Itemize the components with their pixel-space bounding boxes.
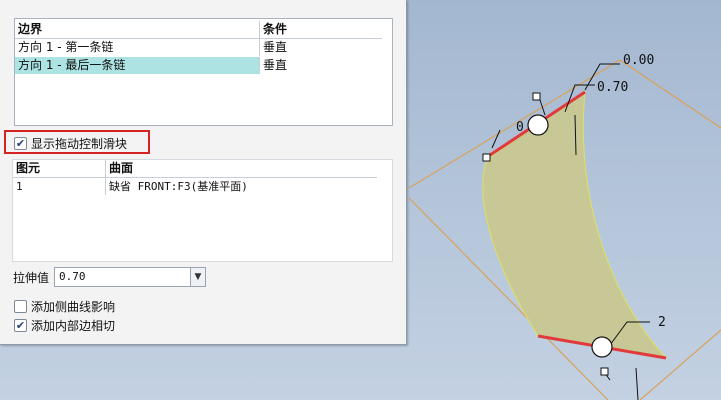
elements-header: 图元 曲面 — [13, 160, 392, 178]
boundary-name: 方向 1 - 第一条链 — [15, 39, 260, 56]
side-curve-influence-checkbox[interactable] — [14, 300, 27, 313]
value-label-top: 0.00 — [623, 53, 654, 68]
side-curve-influence-label[interactable]: 添加侧曲线影响 — [31, 298, 115, 315]
column-condition[interactable]: 条件 — [260, 21, 382, 39]
edge-handle-left[interactable] — [482, 153, 491, 162]
column-surface[interactable]: 曲面 — [106, 160, 377, 178]
drag-handle-first[interactable] — [527, 114, 549, 136]
element-id: 1 — [13, 178, 106, 195]
value-label-left: 0 — [516, 120, 524, 135]
boundary-condition[interactable]: 垂直 — [260, 57, 382, 74]
boundary-row-2[interactable]: 方向 1 - 最后一条链 垂直 — [15, 57, 392, 74]
column-element[interactable]: 图元 — [13, 160, 106, 178]
boundary-blend-panel: 边界 条件 方向 1 - 第一条链 垂直 方向 1 - 最后一条链 垂直 ✔ 显… — [0, 0, 407, 345]
value-label-bottom: 2 — [658, 315, 666, 330]
blended-surface[interactable] — [482, 89, 668, 359]
stretch-label: 拉伸值 — [13, 271, 50, 285]
column-boundary[interactable]: 边界 — [15, 21, 260, 39]
internal-edge-tangent-checkbox[interactable]: ✔ — [14, 319, 27, 332]
internal-edge-tangent-label[interactable]: 添加内部边相切 — [31, 317, 115, 334]
drag-handles-checkbox[interactable]: ✔ — [14, 137, 27, 150]
drag-handle-last[interactable] — [591, 336, 613, 358]
boundaries-header: 边界 条件 — [15, 21, 392, 39]
boundaries-table: 边界 条件 方向 1 - 第一条链 垂直 方向 1 - 最后一条链 垂直 — [14, 18, 393, 126]
element-surface[interactable]: 缺省 FRONT:F3(基准平面) — [106, 178, 377, 195]
elements-table: 图元 曲面 1 缺省 FRONT:F3(基准平面) — [12, 159, 393, 262]
boundary-name: 方向 1 - 最后一条链 — [15, 57, 260, 74]
stretch-value[interactable]: 0.70 — [59, 268, 86, 286]
edge-handle-top[interactable] — [532, 92, 541, 101]
boundary-condition[interactable]: 垂直 — [260, 39, 382, 56]
element-row-1[interactable]: 1 缺省 FRONT:F3(基准平面) — [13, 178, 392, 195]
boundary-row-1[interactable]: 方向 1 - 第一条链 垂直 — [15, 39, 392, 56]
value-label-right: 0.70 — [597, 80, 628, 95]
stretch-value-combobox[interactable]: 0.70 ▼ — [54, 267, 206, 287]
edge-handle-bottom[interactable] — [600, 367, 609, 376]
drag-handles-label[interactable]: 显示拖动控制滑块 — [31, 135, 127, 152]
dropdown-arrow-icon[interactable]: ▼ — [190, 268, 205, 286]
